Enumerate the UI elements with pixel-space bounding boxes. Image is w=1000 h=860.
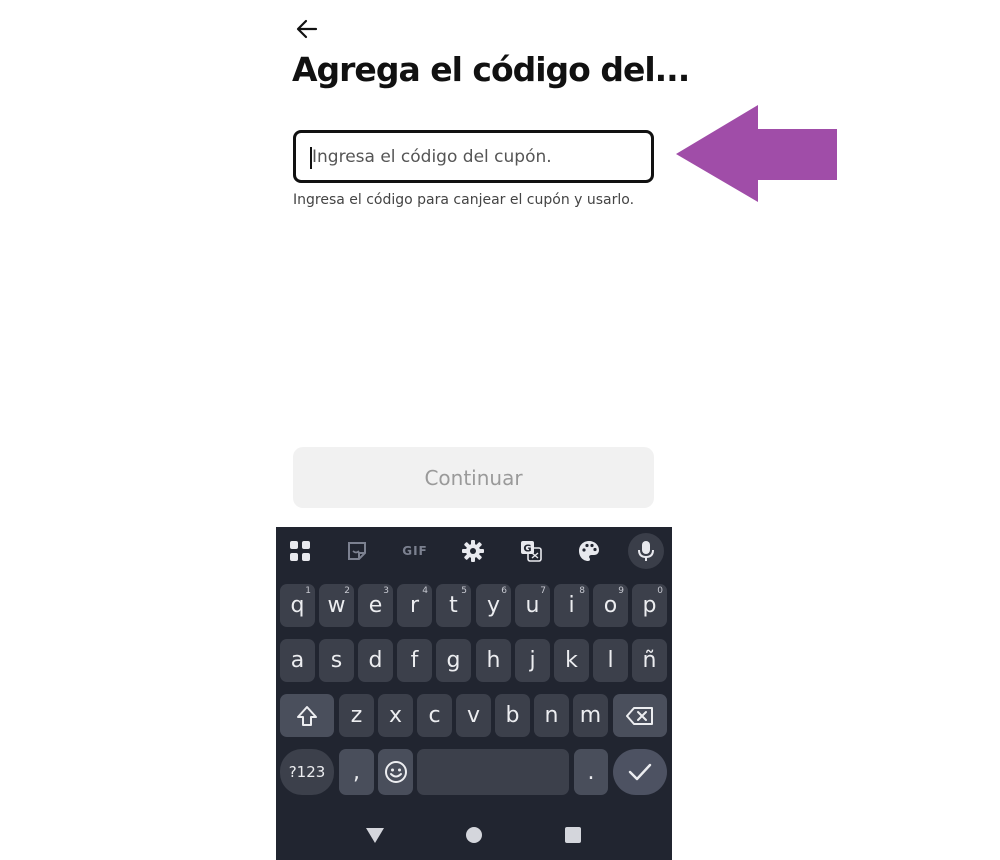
shift-icon: [297, 705, 317, 726]
key-c[interactable]: c: [417, 694, 452, 737]
key-y[interactable]: y6: [476, 584, 511, 627]
key-o[interactable]: o9: [593, 584, 628, 627]
key-k[interactable]: k: [554, 639, 589, 682]
key-t[interactable]: t5: [436, 584, 471, 627]
key-h[interactable]: h: [476, 639, 511, 682]
soft-keyboard: GIF G q 1 w 2 e 3 r 4 t 5 y 6 u 7 i 8 o …: [276, 527, 672, 860]
translate-icon[interactable]: G: [513, 533, 549, 569]
key-g[interactable]: g: [436, 639, 471, 682]
backspace-key[interactable]: [613, 694, 667, 737]
apps-grid-icon[interactable]: [282, 533, 318, 569]
text-caret: [310, 147, 312, 169]
gif-label: GIF: [402, 544, 428, 558]
key-m[interactable]: m: [573, 694, 608, 737]
key-n-tilde[interactable]: ñ: [632, 639, 667, 682]
key-j[interactable]: j: [515, 639, 550, 682]
system-nav-bar: [276, 810, 672, 860]
arrow-left-icon: [296, 19, 318, 39]
gear-icon[interactable]: [455, 533, 491, 569]
key-f[interactable]: f: [397, 639, 432, 682]
key-q[interactable]: q1: [280, 584, 315, 627]
key-i[interactable]: i8: [554, 584, 589, 627]
key-b[interactable]: b: [495, 694, 530, 737]
key-a[interactable]: a: [280, 639, 315, 682]
key-z[interactable]: z: [339, 694, 374, 737]
key-s[interactable]: s: [319, 639, 354, 682]
key-p[interactable]: p0: [632, 584, 667, 627]
back-button[interactable]: [292, 14, 322, 44]
key-e[interactable]: e3: [358, 584, 393, 627]
space-key[interactable]: [417, 749, 569, 795]
key-r[interactable]: r4: [397, 584, 432, 627]
helper-text: Ingresa el código para canjear el cupón …: [293, 192, 635, 208]
keyboard-toolbar: GIF G: [276, 527, 672, 575]
shift-key[interactable]: [280, 694, 334, 737]
coupon-code-input[interactable]: [293, 130, 654, 183]
key-n[interactable]: n: [534, 694, 569, 737]
sticker-icon[interactable]: [339, 533, 375, 569]
key-v[interactable]: v: [456, 694, 491, 737]
recents-square-icon[interactable]: [564, 826, 582, 844]
home-circle-icon[interactable]: [465, 826, 483, 844]
annotation-arrow-icon: [676, 105, 837, 202]
palette-icon[interactable]: [571, 533, 607, 569]
backspace-icon: [626, 706, 653, 725]
key-l[interactable]: l: [593, 639, 628, 682]
mic-icon[interactable]: [628, 533, 664, 569]
symbols-key[interactable]: ?123: [280, 749, 334, 795]
key-u[interactable]: u7: [515, 584, 550, 627]
key-w[interactable]: w2: [319, 584, 354, 627]
svg-text:G: G: [523, 544, 531, 555]
key-x[interactable]: x: [378, 694, 413, 737]
page-title: Agrega el código del...: [292, 50, 690, 89]
key-d[interactable]: d: [358, 639, 393, 682]
check-icon: [628, 763, 652, 781]
enter-key[interactable]: [613, 749, 667, 795]
comma-key[interactable]: ,: [339, 749, 374, 795]
emoji-key[interactable]: [378, 749, 413, 795]
period-key[interactable]: .: [574, 749, 608, 795]
gif-icon[interactable]: GIF: [397, 533, 433, 569]
continue-button[interactable]: Continuar: [293, 447, 654, 508]
back-triangle-icon[interactable]: [365, 826, 385, 844]
emoji-icon: [384, 761, 407, 783]
